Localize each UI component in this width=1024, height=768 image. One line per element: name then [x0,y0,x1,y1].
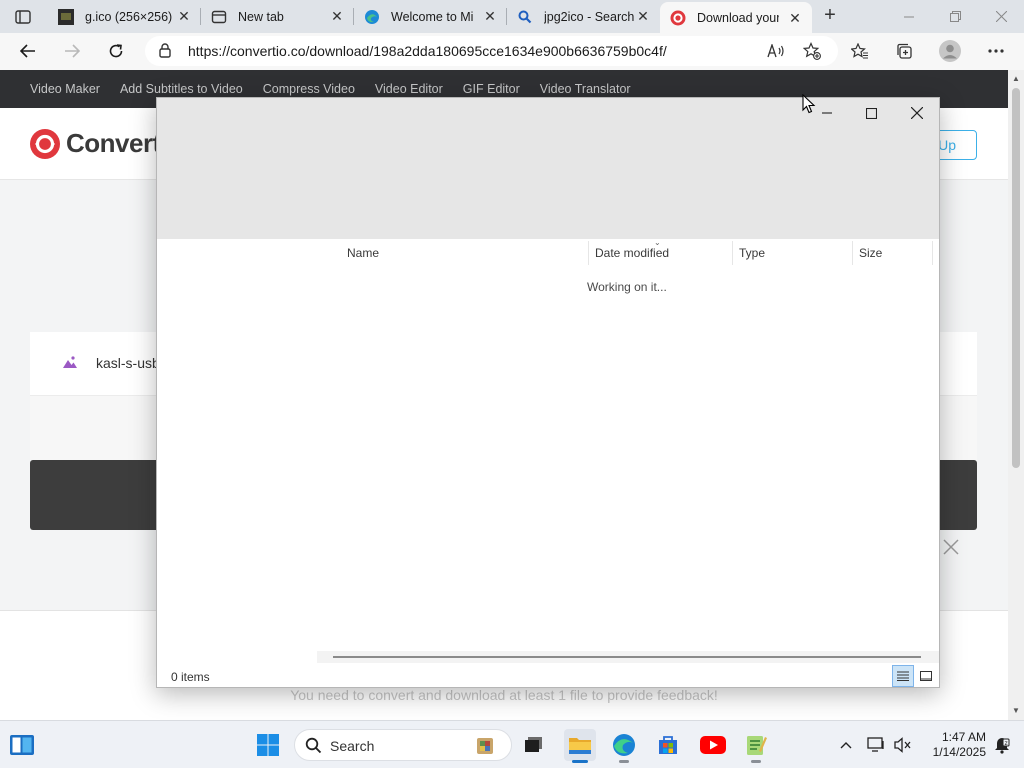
tab-title: Download your [697,10,779,25]
tab-title: Welcome to Mi [391,9,474,24]
notepad-icon[interactable] [740,729,772,763]
lock-icon[interactable] [159,43,171,61]
site-logo[interactable]: Convert [30,128,161,159]
address-bar[interactable]: https://convertio.co/download/198a2dda18… [145,36,838,66]
taskbar-search-box[interactable]: Search [294,729,512,761]
collections-icon[interactable] [890,38,918,64]
restore-window-icon[interactable] [932,0,978,33]
nav-link-add-subtitles[interactable]: Add Subtitles to Video [120,82,243,96]
refresh-icon[interactable] [102,38,130,64]
file-dialog: Name ⌄ Date modified Type Size Working o… [156,97,940,688]
search-icon [305,737,322,757]
horizontal-scrollbar[interactable] [317,651,939,663]
file-explorer-icon[interactable] [564,729,596,763]
large-icons-view-icon[interactable] [915,665,937,687]
logo-wordmark: Convert [66,128,161,158]
clock-date: 1/14/2025 [932,745,986,759]
system-clock[interactable]: 1:47 AM 1/14/2025 [920,730,986,760]
search-favicon-icon [517,9,533,25]
youtube-icon[interactable] [697,729,729,761]
nav-link-gif-editor[interactable]: GIF Editor [463,82,520,96]
active-indicator [572,760,588,763]
nav-link-video-translator[interactable]: Video Translator [540,82,631,96]
tab-gico[interactable]: g.ico (256×256) ✕ [48,0,201,33]
item-count: 0 items [171,670,210,684]
column-name[interactable]: Name [347,246,379,260]
image-favicon-icon [58,8,74,25]
more-menu-icon[interactable] [982,38,1010,64]
svg-text:z: z [1005,740,1008,747]
close-tab-icon[interactable]: ✕ [330,9,344,23]
edge-browser-icon[interactable] [608,729,640,763]
tab-search[interactable]: jpg2ico - Search ✕ [507,0,660,33]
newtab-favicon-icon [211,9,227,25]
search-highlight-icon [473,734,497,761]
url-text[interactable]: https://convertio.co/download/198a2dda18… [188,43,667,59]
column-type[interactable]: Type [739,246,765,260]
close-tab-icon[interactable]: ✕ [177,9,191,23]
nav-link-video-editor[interactable]: Video Editor [375,82,443,96]
convertio-favicon-icon [670,10,686,26]
file-name: kasl-s-usb [96,355,160,371]
column-divider[interactable] [852,241,853,265]
tab-title: New tab [238,9,284,24]
new-tab-button[interactable]: + [818,5,842,27]
microsoft-store-icon[interactable] [652,729,684,761]
scroll-down-arrow-icon[interactable]: ▼ [1011,706,1021,715]
search-label: Search [330,738,375,754]
nav-link-compress-video[interactable]: Compress Video [263,82,355,96]
back-arrow-icon[interactable] [14,38,42,64]
tab-newtab[interactable]: New tab ✕ [201,0,354,33]
details-view-icon[interactable] [892,665,914,687]
tab-download-active[interactable]: Download your ✕ [660,2,812,33]
column-header-row: Name ⌄ Date modified Type Size [157,238,939,265]
close-tab-icon[interactable]: ✕ [483,9,497,23]
image-file-icon [62,354,78,373]
minimize-window-icon[interactable] [886,0,932,33]
feedback-message: You need to convert and download at leas… [290,687,718,703]
column-divider[interactable] [932,241,933,265]
running-indicator [751,760,761,763]
close-tab-icon[interactable]: ✕ [788,11,802,25]
edge-favicon-icon [364,9,380,25]
tab-welcome[interactable]: Welcome to Mi ✕ [354,0,507,33]
dialog-close-icon[interactable] [897,100,937,126]
running-indicator [619,760,629,763]
column-divider[interactable] [588,241,589,265]
horizontal-scroll-thumb[interactable] [333,656,921,658]
browser-tabstrip: g.ico (256×256) ✕ New tab ✕ Welcome to M… [0,0,1024,33]
close-banner-icon[interactable] [940,536,962,558]
scroll-thumb[interactable] [1012,88,1020,468]
nav-link-video-maker[interactable]: Video Maker [30,82,100,96]
page-scrollbar[interactable]: ▲ ▼ [1008,70,1024,720]
forward-arrow-icon[interactable] [58,38,86,64]
favorites-icon[interactable] [846,38,874,64]
scroll-up-arrow-icon[interactable]: ▲ [1011,74,1021,83]
column-size[interactable]: Size [859,246,882,260]
task-view-icon[interactable] [518,729,550,761]
tab-title: jpg2ico - Search [544,9,635,24]
widgets-icon[interactable] [6,729,38,761]
column-divider[interactable] [732,241,733,265]
dialog-maximize-icon[interactable] [851,100,891,126]
read-aloud-icon[interactable] [762,38,790,64]
column-date-modified[interactable]: Date modified [595,246,669,260]
mouse-cursor-icon [802,93,816,114]
profile-avatar-icon[interactable] [936,38,964,64]
loading-message: Working on it... [587,280,667,294]
taskbar: Search 1:47 AM 1/14/2025 z [0,720,1024,768]
clock-time: 1:47 AM [941,730,986,744]
convertio-logo-icon [30,128,60,159]
tab-actions-icon[interactable] [10,6,36,28]
show-hidden-icons-chevron-icon[interactable] [830,729,862,761]
close-window-icon[interactable] [978,0,1024,33]
start-windows-icon[interactable] [252,729,284,761]
browser-toolbar: https://convertio.co/download/198a2dda18… [0,33,1024,70]
notification-bell-icon[interactable]: z [986,729,1018,761]
add-favorite-icon[interactable] [798,38,826,64]
close-tab-icon[interactable]: ✕ [636,9,650,23]
volume-muted-icon[interactable] [887,729,919,761]
tab-title: g.ico (256×256) [85,9,173,24]
